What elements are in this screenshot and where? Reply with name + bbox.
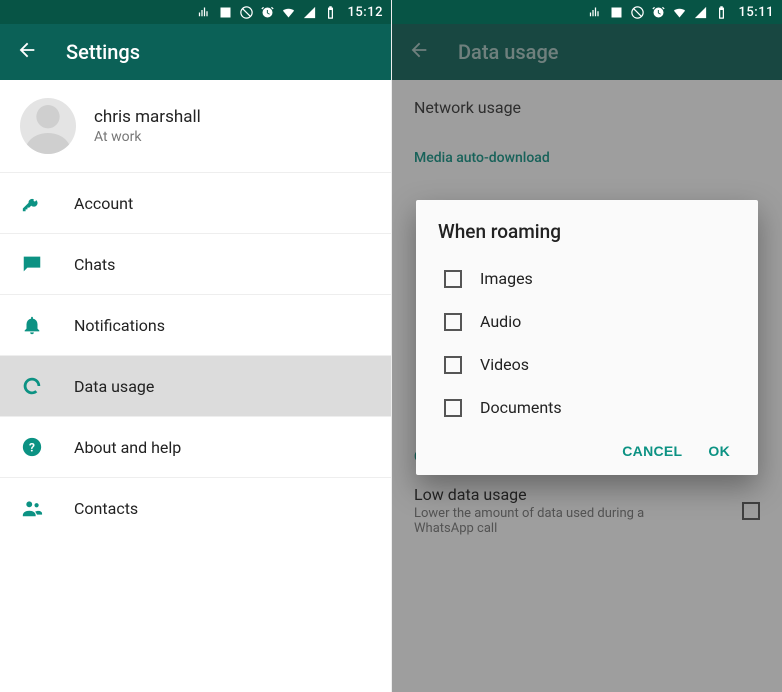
status-bar: 15:12 [0,0,391,24]
settings-item-data-usage[interactable]: Data usage [0,355,391,416]
dialog-option-label: Images [480,269,533,288]
settings-item-contacts[interactable]: Contacts [0,477,391,538]
cell-icon [693,5,708,20]
wifi-icon [281,5,296,20]
status-clock: 15:12 [348,5,383,20]
block-icon [630,5,645,20]
bell-icon [20,313,44,337]
status-icons [588,5,729,20]
dialog-option-videos[interactable]: Videos [438,343,736,386]
wifi-icon [672,5,687,20]
settings-item-label: Notifications [74,316,165,335]
person-icon [20,98,76,154]
dialog-when-roaming: When roaming Images Audio Videos Documen… [416,200,758,475]
settings-item-chats[interactable]: Chats [0,233,391,294]
image-icon [218,5,233,20]
settings-list: Account Chats Notifications Data usage ?… [0,172,391,538]
signal-bars-icon [588,5,603,20]
cell-icon [302,5,317,20]
checkbox-icon [444,270,462,288]
dialog-option-audio[interactable]: Audio [438,300,736,343]
status-icons [197,5,338,20]
alarm-icon [651,5,666,20]
dialog-option-label: Documents [480,398,562,417]
profile-status: At work [94,129,201,145]
cancel-button[interactable]: CANCEL [622,443,682,459]
dialog-title: When roaming [438,220,736,243]
app-bar: Settings [0,24,391,80]
svg-text:?: ? [29,441,35,455]
page-title: Settings [66,40,140,64]
avatar [20,98,76,154]
settings-item-label: Data usage [74,377,154,396]
alarm-icon [260,5,275,20]
settings-item-label: Chats [74,255,115,274]
screen-data-usage: 15:11 Data usage Network usage Media aut… [391,0,782,692]
contacts-icon [20,496,44,520]
checkbox-icon [444,356,462,374]
key-icon [20,191,44,215]
ok-button[interactable]: OK [708,443,730,459]
settings-item-about[interactable]: ? About and help [0,416,391,477]
back-button[interactable] [16,39,38,65]
arrow-back-icon [16,39,38,61]
profile-name: chris marshall [94,107,201,127]
data-usage-icon [20,374,44,398]
dialog-option-label: Videos [480,355,529,374]
signal-bars-icon [197,5,212,20]
status-clock: 15:11 [739,5,774,20]
status-bar: 15:11 [392,0,782,24]
help-icon: ? [20,435,44,459]
settings-item-label: Account [74,194,133,213]
battery-icon [714,5,729,20]
dialog-option-label: Audio [480,312,521,331]
profile-row[interactable]: chris marshall At work [0,80,391,172]
checkbox-icon [444,313,462,331]
settings-item-notifications[interactable]: Notifications [0,294,391,355]
screen-settings: 15:12 Settings chris marshall At work Ac… [0,0,391,692]
checkbox-icon [444,399,462,417]
battery-icon [323,5,338,20]
chat-icon [20,252,44,276]
block-icon [239,5,254,20]
image-icon [609,5,624,20]
settings-item-account[interactable]: Account [0,172,391,233]
dialog-option-images[interactable]: Images [438,257,736,300]
settings-item-label: About and help [74,438,181,457]
dialog-option-documents[interactable]: Documents [438,386,736,429]
settings-item-label: Contacts [74,499,138,518]
